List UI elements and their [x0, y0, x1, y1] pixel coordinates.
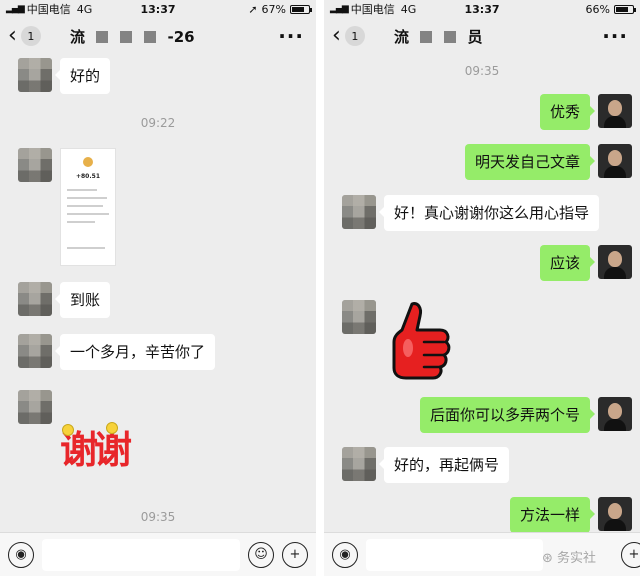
signal-icon: ▂▄▆ — [6, 4, 25, 14]
avatar[interactable] — [598, 497, 632, 531]
censor-block — [96, 31, 109, 43]
image-line — [67, 197, 107, 199]
back-button[interactable]: ‹ 1 — [332, 25, 365, 47]
chat-screen-left: ▂▄▆ 中国电信 4G 13:37 ➚ 67% ‹ 1 流 -26 ··· 好的… — [0, 0, 316, 576]
image-amount: +80.51 — [75, 173, 100, 180]
image-line — [67, 205, 103, 207]
message-bubble[interactable]: 到账 — [54, 282, 111, 318]
smiley-icon — [106, 422, 118, 434]
avatar[interactable] — [18, 334, 52, 368]
image-line — [67, 221, 95, 223]
chevron-left-icon: ‹ — [332, 23, 341, 48]
unread-badge: 1 — [344, 26, 365, 46]
thanks-sticker[interactable]: 谢谢 — [60, 422, 132, 472]
avatar[interactable] — [18, 390, 52, 424]
chat-title-prefix: 流 — [394, 27, 410, 46]
timestamp: 09:35 — [464, 64, 500, 78]
avatar[interactable] — [598, 144, 632, 178]
plus-icon[interactable]: + — [282, 541, 308, 568]
message-incoming: 好的，再起俩号 — [342, 447, 510, 483]
network-label: 4G — [400, 2, 417, 16]
avatar[interactable] — [598, 245, 632, 279]
chat-title-prefix: 流 — [70, 27, 86, 46]
censor-block — [120, 31, 133, 43]
avatar[interactable] — [598, 397, 632, 431]
message-incoming: 好的 — [18, 58, 111, 94]
message-incoming: 好！真心谢谢你这么用心指导 — [342, 195, 600, 231]
timestamp: 09:22 — [140, 116, 176, 130]
message-input[interactable] — [42, 538, 240, 571]
chat-screen-right: ▂▄▆ 中国电信 4G 13:37 66% ‹ 1 流 员 ··· 09:35 … — [324, 0, 640, 576]
battery-icon — [614, 4, 636, 14]
watermark: ⊛ 务实社 — [541, 551, 596, 566]
back-button[interactable]: ‹ 1 — [8, 25, 41, 47]
signal-icon: ▂▄▆ — [330, 4, 349, 14]
thumbs-up-icon[interactable] — [384, 300, 454, 390]
message-outgoing: 应该 — [539, 245, 632, 281]
image-line — [67, 247, 105, 249]
message-outgoing: 明天发自己文章 — [464, 144, 632, 180]
network-label: 4G — [76, 2, 93, 16]
message-outgoing: 优秀 — [539, 94, 632, 130]
more-icon[interactable]: ··· — [602, 24, 628, 48]
image-message[interactable]: +80.51 — [60, 148, 116, 266]
carrier-label: 中国电信 — [26, 3, 71, 16]
chevron-left-icon: ‹ — [8, 23, 17, 48]
avatar[interactable] — [342, 300, 376, 334]
avatar[interactable] — [342, 195, 376, 229]
message-outgoing: 方法一样 — [509, 497, 632, 533]
chat-title-suffix: -26 — [167, 27, 195, 46]
message-bubble[interactable]: 后面你可以多弄两个号 — [419, 397, 596, 433]
avatar[interactable] — [598, 94, 632, 128]
battery-percent: 67% — [261, 2, 286, 16]
avatar[interactable] — [18, 148, 52, 182]
nav-bar: ‹ 1 流 -26 ··· — [0, 18, 316, 54]
timestamp: 09:35 — [140, 510, 176, 524]
coin-icon — [83, 157, 93, 167]
message-incoming: 到账 — [18, 282, 111, 318]
censor-block — [420, 31, 433, 43]
message-bubble[interactable]: 好的 — [54, 58, 111, 94]
chat-title: 流 员 — [394, 26, 600, 47]
chat-title: 流 -26 — [70, 26, 276, 47]
voice-icon[interactable]: ◉ — [332, 541, 358, 568]
chat-title-suffix: 员 — [467, 27, 483, 46]
unread-badge: 1 — [20, 26, 41, 46]
voice-icon[interactable]: ◉ — [8, 541, 34, 568]
battery-icon — [290, 4, 312, 14]
emoji-icon[interactable]: ☺ — [248, 541, 274, 568]
location-icon: ➚ — [248, 2, 258, 16]
censor-block — [144, 31, 157, 43]
message-bubble[interactable]: 好！真心谢谢你这么用心指导 — [378, 195, 600, 231]
censor-block — [444, 31, 457, 43]
more-icon[interactable]: ··· — [278, 24, 304, 48]
avatar[interactable] — [342, 447, 376, 481]
message-outgoing: 后面你可以多弄两个号 — [419, 397, 632, 433]
status-bar: ▂▄▆ 中国电信 4G 13:37 ➚ 67% — [0, 0, 316, 18]
message-bubble[interactable]: 方法一样 — [509, 497, 596, 533]
message-incoming-sticker — [342, 300, 454, 390]
plus-icon[interactable]: + — [621, 541, 640, 568]
carrier-label: 中国电信 — [350, 3, 395, 16]
input-bar: ◉ ☺ + — [0, 532, 316, 576]
message-bubble[interactable]: 优秀 — [539, 94, 596, 130]
avatar[interactable] — [18, 58, 52, 92]
message-bubble[interactable]: 一个多月，辛苦你了 — [54, 334, 216, 370]
status-bar: ▂▄▆ 中国电信 4G 13:37 66% — [324, 0, 640, 18]
message-incoming-image: +80.51 — [18, 148, 116, 266]
message-bubble[interactable]: 明天发自己文章 — [464, 144, 596, 180]
message-incoming: 一个多月，辛苦你了 — [18, 334, 216, 370]
message-incoming-sticker: 谢谢 — [18, 390, 132, 472]
smiley-icon — [62, 424, 74, 436]
message-bubble[interactable]: 应该 — [539, 245, 596, 281]
image-line — [67, 189, 97, 191]
battery-percent: 66% — [585, 2, 610, 16]
image-line — [67, 213, 109, 215]
message-input[interactable] — [366, 538, 543, 571]
avatar[interactable] — [18, 282, 52, 316]
message-bubble[interactable]: 好的，再起俩号 — [378, 447, 510, 483]
nav-bar: ‹ 1 流 员 ··· — [324, 18, 640, 54]
